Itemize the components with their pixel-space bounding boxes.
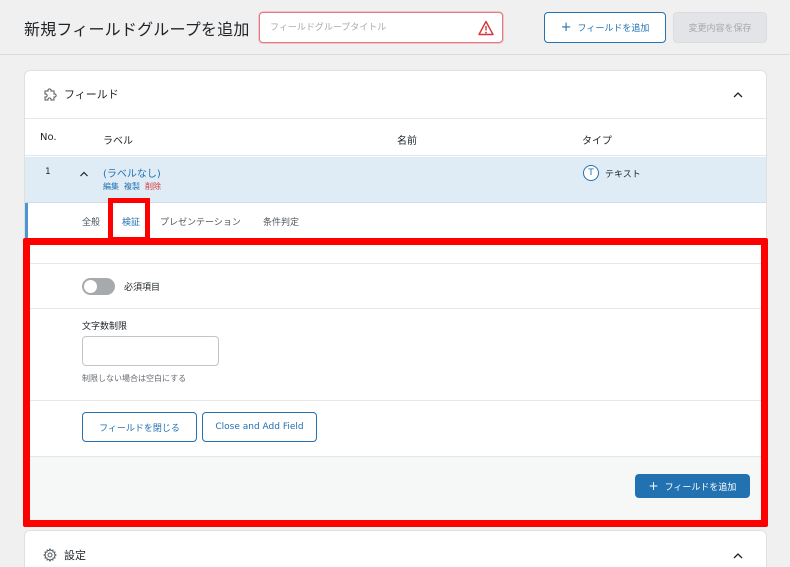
row-actions: 編集 複製 削除 bbox=[103, 181, 161, 192]
add-field-label: フィールドを追加 bbox=[577, 24, 650, 34]
title-input-wrapper[interactable] bbox=[259, 12, 503, 43]
text-type-icon: T bbox=[583, 165, 599, 181]
warning-icon bbox=[478, 20, 494, 36]
chevron-up-icon[interactable] bbox=[732, 550, 744, 562]
duplicate-link[interactable]: 複製 bbox=[124, 181, 140, 192]
page-title: 新規フィールドグループを追加 bbox=[24, 20, 250, 39]
save-changes-button[interactable]: 変更内容を保存 bbox=[673, 12, 767, 43]
tab-general[interactable]: 全般 bbox=[82, 215, 100, 228]
puzzle-icon bbox=[44, 88, 57, 101]
fields-panel-header[interactable]: フィールド bbox=[25, 71, 766, 119]
field-type: T テキスト bbox=[583, 165, 641, 181]
highlight-validation-tab bbox=[108, 198, 150, 242]
edit-link[interactable]: 編集 bbox=[103, 181, 119, 192]
plus-icon: + bbox=[560, 20, 572, 35]
column-no: No. bbox=[40, 132, 57, 143]
field-group-title-input[interactable] bbox=[260, 13, 470, 42]
highlight-validation-panel bbox=[23, 238, 768, 527]
table-header: No. ラベル 名前 タイプ bbox=[25, 120, 766, 156]
field-type-label: テキスト bbox=[605, 169, 641, 180]
tab-conditional-logic[interactable]: 条件判定 bbox=[263, 215, 299, 228]
column-name: 名前 bbox=[397, 136, 417, 147]
fields-panel-title: フィールド bbox=[64, 88, 119, 101]
chevron-up-icon[interactable] bbox=[79, 169, 89, 179]
page-header: 新規フィールドグループを追加 + フィールドを追加 変更内容を保存 bbox=[0, 0, 790, 55]
gear-icon bbox=[43, 548, 57, 562]
column-label: ラベル bbox=[103, 136, 133, 147]
row-number: 1 bbox=[45, 167, 51, 177]
tab-presentation[interactable]: プレゼンテーション bbox=[160, 215, 241, 228]
delete-link[interactable]: 削除 bbox=[145, 181, 161, 192]
chevron-up-icon[interactable] bbox=[732, 89, 744, 101]
settings-panel[interactable]: 設定 bbox=[24, 530, 767, 567]
settings-panel-title: 設定 bbox=[64, 549, 86, 562]
add-field-button[interactable]: + フィールドを追加 bbox=[544, 12, 666, 43]
table-row[interactable]: 1 (ラベルなし) 編集 複製 削除 T テキスト bbox=[25, 157, 766, 203]
column-type: タイプ bbox=[582, 136, 612, 147]
field-label-link[interactable]: (ラベルなし) bbox=[103, 165, 161, 180]
